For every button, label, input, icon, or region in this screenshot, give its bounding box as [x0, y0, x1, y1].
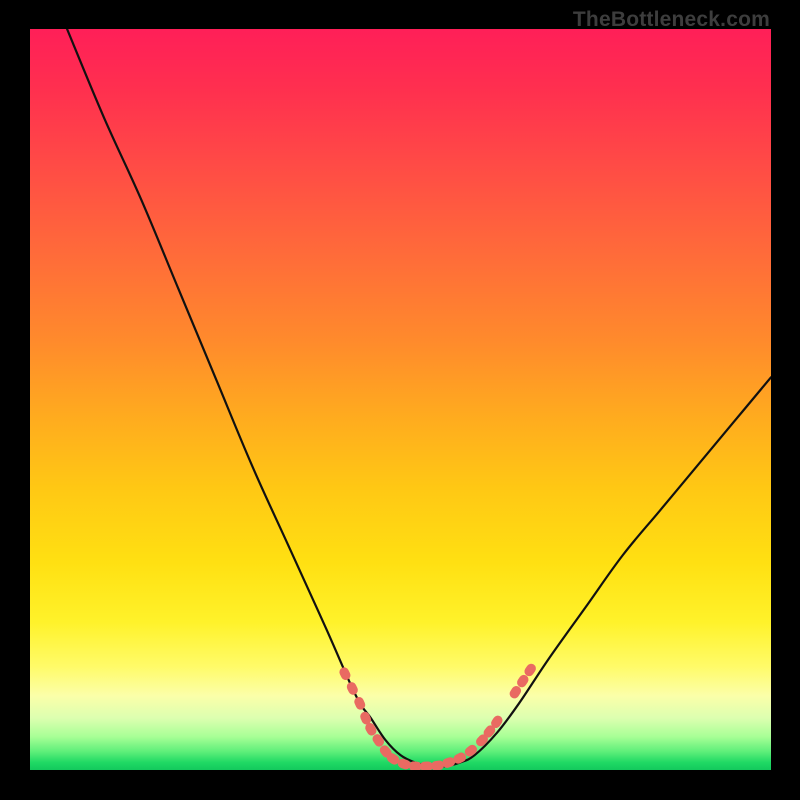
plot-area [30, 29, 771, 770]
chart-svg [30, 29, 771, 770]
curve-markers [338, 662, 538, 770]
bottleneck-curve [67, 29, 771, 767]
marker-dot [338, 666, 352, 682]
marker-dot [345, 681, 359, 697]
watermark-text: TheBottleneck.com [573, 8, 770, 32]
bottleneck-curve-path [67, 29, 771, 767]
